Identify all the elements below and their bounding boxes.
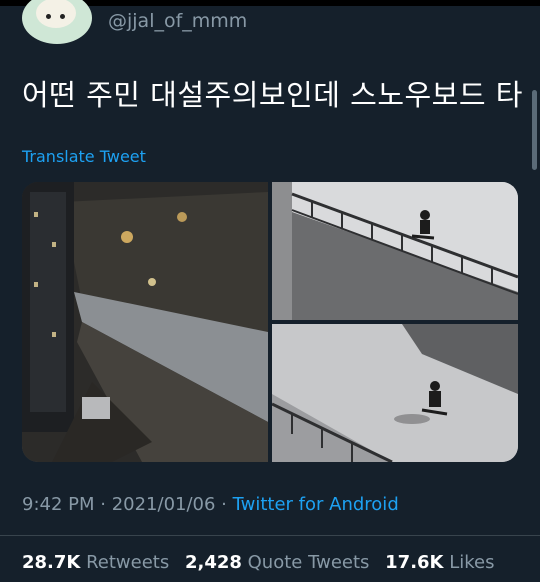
- likes-count: 17.6K: [385, 552, 444, 573]
- tweet-meta: 9:42 PM · 2021/01/06 · Twitter for Andro…: [22, 494, 399, 515]
- quote-tweets-stat[interactable]: 2,428 Quote Tweets: [185, 552, 369, 573]
- meta-separator: ·: [215, 494, 233, 515]
- photo-3-image: [272, 324, 518, 462]
- quote-tweets-count: 2,428: [184, 552, 242, 573]
- photo-1-image: [22, 182, 268, 462]
- translate-tweet-link[interactable]: Translate Tweet: [22, 147, 146, 166]
- divider: [0, 535, 540, 536]
- photo-2-image: [272, 182, 518, 320]
- meta-separator: ·: [94, 494, 112, 515]
- media-photo-1[interactable]: [22, 182, 268, 462]
- avatar-face: [36, 0, 76, 28]
- scrollbar[interactable]: [532, 90, 537, 170]
- author-handle[interactable]: @jjal_of_mmm: [108, 10, 247, 32]
- avatar-eye-left: [46, 14, 51, 19]
- avatar[interactable]: [22, 0, 92, 44]
- tweet-time[interactable]: 9:42 PM: [22, 494, 95, 515]
- tweet-stats: 28.7K Retweets 2,428 Quote Tweets 17.6K …: [22, 552, 505, 573]
- media-grid: [22, 182, 518, 462]
- tweet-text: 어떤 주민 대설주의보인데 스노우보드 타: [22, 78, 523, 112]
- tweet-date[interactable]: 2021/01/06: [112, 494, 216, 515]
- likes-label: Likes: [449, 552, 495, 573]
- retweets-label: Retweets: [86, 552, 170, 573]
- tweet-source-link[interactable]: Twitter for Android: [233, 494, 399, 515]
- media-photo-2[interactable]: [272, 182, 518, 320]
- avatar-eye-right: [60, 14, 65, 19]
- media-photo-3[interactable]: [272, 324, 518, 462]
- retweets-count: 28.7K: [22, 552, 81, 573]
- quote-tweets-label: Quote Tweets: [247, 552, 370, 573]
- retweets-stat[interactable]: 28.7K Retweets: [22, 552, 169, 573]
- likes-stat[interactable]: 17.6K Likes: [385, 552, 494, 573]
